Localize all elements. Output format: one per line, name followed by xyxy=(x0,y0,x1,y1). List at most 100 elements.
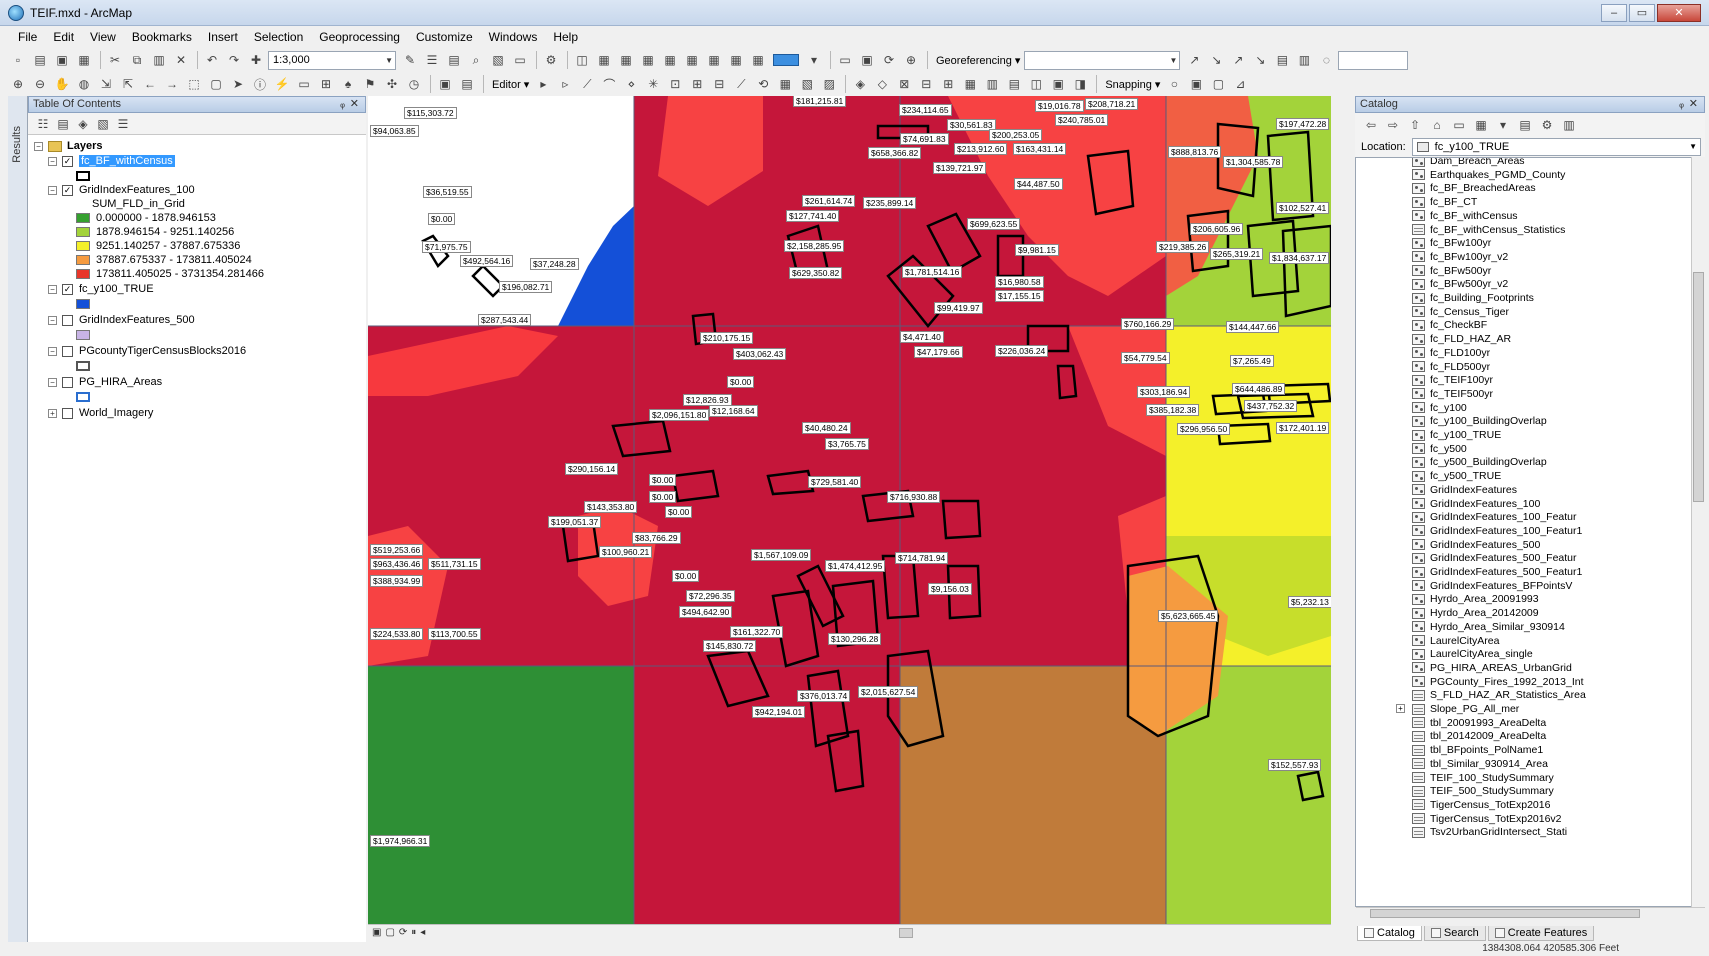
data-view-icon[interactable]: ▢ xyxy=(385,927,394,938)
collapse-icon[interactable]: − xyxy=(48,315,57,325)
catalog-item[interactable]: fc_FLD500yr xyxy=(1412,360,1490,374)
catalog-item[interactable]: fc_BF_withCensus_Statistics xyxy=(1412,223,1565,237)
grid-tool4-icon[interactable]: ▦ xyxy=(660,50,680,70)
catalog-item[interactable]: fc_Census_Tiger xyxy=(1412,305,1509,319)
fixed-zoom-in-icon[interactable]: ⇲ xyxy=(96,74,116,94)
georef-tool5-icon[interactable]: ▤ xyxy=(1272,50,1292,70)
catalog-item[interactable]: GridIndexFeatures_BFPointsV xyxy=(1412,579,1572,593)
toc-layer-world-imagery[interactable]: + World_Imagery xyxy=(48,406,153,420)
collapse-icon[interactable]: − xyxy=(48,156,57,166)
create-features-icon[interactable]: ▨ xyxy=(819,74,839,94)
catalog-item[interactable]: GridIndexFeatures xyxy=(1412,483,1517,497)
undo-icon[interactable]: ↶ xyxy=(202,50,222,70)
menu-insert[interactable]: Insert xyxy=(200,26,246,48)
catalog-vertical-scrollbar[interactable] xyxy=(1691,157,1705,907)
trace-icon[interactable]: ⋄ xyxy=(621,74,641,94)
fixed-zoom-out-icon[interactable]: ⇱ xyxy=(118,74,138,94)
menu-geoprocessing[interactable]: Geoprocessing xyxy=(311,26,408,48)
minimize-button[interactable]: – xyxy=(1601,4,1627,22)
catalog-item[interactable]: fc_BF_withCensus xyxy=(1412,209,1518,223)
hyperlink-icon[interactable]: ⚡ xyxy=(272,74,292,94)
attributes-icon[interactable]: ▦ xyxy=(775,74,795,94)
location-combo[interactable]: fc_y100_TRUE ▼ xyxy=(1411,138,1701,156)
catalog-item[interactable]: fc_y500 xyxy=(1412,442,1467,456)
dropdown-icon[interactable]: ▾ xyxy=(804,50,824,70)
menu-bookmarks[interactable]: Bookmarks xyxy=(124,26,200,48)
georeferencing-menu[interactable]: Georeferencing ▾ xyxy=(936,54,1020,67)
layout-view-icon[interactable]: ▣ xyxy=(372,927,381,938)
point-snapping-icon[interactable]: ○ xyxy=(1164,74,1184,94)
tab-catalog[interactable]: Catalog xyxy=(1357,925,1422,941)
point-icon[interactable]: ✳ xyxy=(643,74,663,94)
expand-icon[interactable]: + xyxy=(1396,704,1405,713)
menu-edit[interactable]: Edit xyxy=(45,26,82,48)
catalog-item[interactable]: fc_BFw100yr_v2 xyxy=(1412,250,1508,264)
topology-icon[interactable]: ◈ xyxy=(850,74,870,94)
georef-tool2-icon[interactable]: ↘ xyxy=(1206,50,1226,70)
print-icon[interactable]: ▦ xyxy=(74,50,94,70)
scroll-left-icon[interactable]: ◂ xyxy=(420,927,425,938)
georef-tool7-icon[interactable]: ◌ xyxy=(1316,50,1336,70)
layer-visibility-checkbox[interactable] xyxy=(62,314,73,326)
back-icon[interactable]: ← xyxy=(140,74,160,94)
toc-layer-gridindex-100[interactable]: − ✓ GridIndexFeatures_100 xyxy=(48,183,195,197)
menu-view[interactable]: View xyxy=(82,26,124,48)
redo-icon[interactable]: ↷ xyxy=(224,50,244,70)
toc-symbol-y100[interactable] xyxy=(76,297,96,311)
advanced-edit7-icon[interactable]: ◫ xyxy=(1026,74,1046,94)
find-route-icon[interactable]: ⚑ xyxy=(360,74,380,94)
collapse-icon[interactable]: − xyxy=(34,141,43,151)
toc-layer-hira[interactable]: − PG_HIRA_Areas xyxy=(48,375,162,389)
reshape-icon[interactable]: ⊞ xyxy=(687,74,707,94)
grid-tool5-icon[interactable]: ▦ xyxy=(682,50,702,70)
scrollbar-thumb[interactable] xyxy=(1693,272,1704,502)
close-icon[interactable]: ✕ xyxy=(350,97,359,112)
toc-class-5[interactable]: 173811.405025 - 3731354.281466 xyxy=(76,267,264,281)
copy-icon[interactable]: ⧉ xyxy=(127,50,147,70)
clear-selection-icon[interactable]: ▢ xyxy=(206,74,226,94)
color-fill-icon[interactable] xyxy=(770,50,802,70)
catalog-item[interactable]: GridIndexFeatures_500_Featur1 xyxy=(1412,565,1582,579)
up-one-level-icon[interactable]: ⇧ xyxy=(1405,115,1425,135)
advanced-edit6-icon[interactable]: ▤ xyxy=(1004,74,1024,94)
magnifier-icon[interactable]: ▤ xyxy=(457,74,477,94)
cut-icon[interactable]: ✂ xyxy=(105,50,125,70)
map-view[interactable]: $115,303.72 $94,063.85 $181,215.81 $234,… xyxy=(368,96,1331,924)
search-window-icon[interactable]: ⌕ xyxy=(466,50,486,70)
catalog-window-icon[interactable]: ▤ xyxy=(444,50,464,70)
catalog-item[interactable]: GridIndexFeatures_100_Featur1 xyxy=(1412,524,1582,538)
catalog-item[interactable]: Hyrdo_Area_Similar_930914 xyxy=(1412,620,1565,634)
zoom-in-icon[interactable]: ⊕ xyxy=(8,74,28,94)
toc-symbol-outline[interactable] xyxy=(76,169,96,183)
snap-tool-icon[interactable]: ◫ xyxy=(572,50,592,70)
catalog-item[interactable]: GridIndexFeatures_500 xyxy=(1412,538,1540,552)
vertex-snapping-icon[interactable]: ▢ xyxy=(1208,74,1228,94)
layer-visibility-checkbox[interactable] xyxy=(62,376,73,388)
paste-icon[interactable]: ▥ xyxy=(149,50,169,70)
forward-icon[interactable]: → xyxy=(162,74,182,94)
toc-layer-fc-bf-withcensus[interactable]: − ✓ fc_BF_withCensus xyxy=(48,154,175,168)
measure-icon[interactable]: ⊞ xyxy=(316,74,336,94)
new-folder-icon[interactable]: ▤ xyxy=(1515,115,1535,135)
advanced-edit3-icon[interactable]: ⊞ xyxy=(938,74,958,94)
sketch-properties-icon[interactable]: ▧ xyxy=(797,74,817,94)
catalog-item[interactable]: fc_y500_TRUE xyxy=(1412,469,1501,483)
model-builder-icon[interactable]: ⚙ xyxy=(541,50,561,70)
menu-customize[interactable]: Customize xyxy=(408,26,481,48)
menu-file[interactable]: File xyxy=(10,26,45,48)
catalog-horizontal-scrollbar[interactable] xyxy=(1356,907,1705,919)
catalog-item[interactable]: GridIndexFeatures_100 xyxy=(1412,497,1540,511)
catalog-item[interactable]: tbl_BFpoints_PolName1 xyxy=(1412,743,1543,757)
catalog-item[interactable]: Tsv2UrbanGridIntersect_Stati xyxy=(1412,825,1567,839)
map-canvas[interactable] xyxy=(368,96,1331,924)
catalog-item[interactable]: fc_Building_Footprints xyxy=(1412,291,1534,305)
catalog-item[interactable]: fc_y100 xyxy=(1412,401,1467,415)
edit-vertices-icon[interactable]: ⊡ xyxy=(665,74,685,94)
collapse-icon[interactable]: − xyxy=(48,185,57,195)
toc-options-icon[interactable]: ☰ xyxy=(114,115,132,133)
menu-help[interactable]: Help xyxy=(545,26,586,48)
connect-folder-icon[interactable]: ▭ xyxy=(1449,115,1469,135)
georef-tool4-icon[interactable]: ↘ xyxy=(1250,50,1270,70)
new-document-icon[interactable]: ▫ xyxy=(8,50,28,70)
grid-tool6-icon[interactable]: ▦ xyxy=(704,50,724,70)
